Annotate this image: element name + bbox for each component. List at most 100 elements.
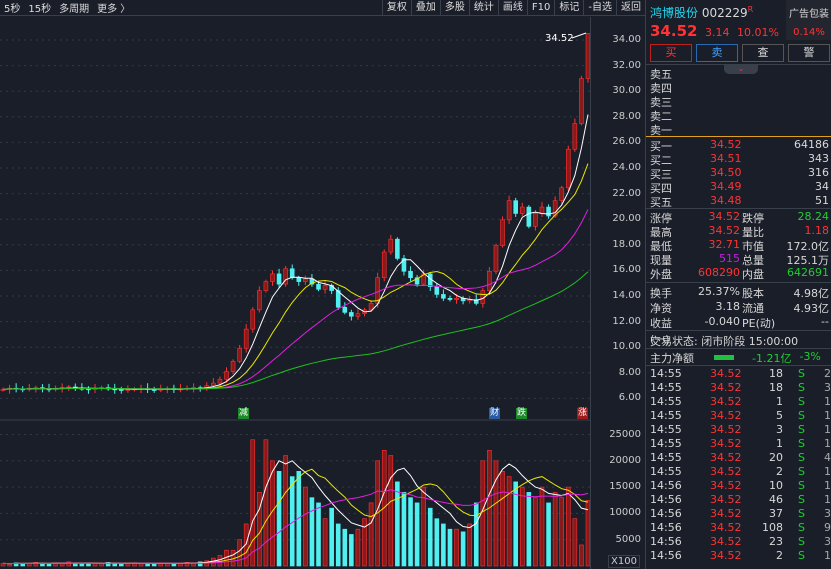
stat-value: 32.71 <box>708 238 741 251</box>
trade-time: 14:56 <box>650 493 682 506</box>
toolbar-button-3[interactable]: 统计 <box>468 0 498 16</box>
volume-tick: 10000 <box>609 507 641 519</box>
stat-key: 涨停 <box>650 212 672 225</box>
trade-row: 14:56 34.52 23 S 3 <box>650 535 831 549</box>
toolbar-button-2[interactable]: 多股 <box>439 0 469 16</box>
volume-bar <box>99 563 104 567</box>
buy-button[interactable]: 买 <box>650 44 692 62</box>
volume-ma5-line <box>2 460 589 565</box>
query-button[interactable]: 查 <box>742 44 784 62</box>
period-tab-2[interactable]: 多周期 <box>59 0 89 15</box>
toolbar-button-8[interactable]: 返回 <box>616 0 645 16</box>
bid-volume: 64186 <box>794 138 829 151</box>
volume-bar <box>565 486 571 567</box>
stat-value: 28.24 <box>797 210 830 223</box>
bid-label: 买四 <box>650 182 672 195</box>
alert-button[interactable]: 警 <box>788 44 830 62</box>
trade-row: 14:56 34.52 37 S 3 <box>650 507 831 521</box>
ma5-line <box>2 114 589 391</box>
trade-count: 4 <box>824 451 831 464</box>
stat-value: 608290 <box>698 266 740 279</box>
candle-body <box>533 213 538 227</box>
ma10-line <box>2 163 589 391</box>
trade-price: 34.52 <box>710 423 742 436</box>
event-marker[interactable]: 涨 <box>577 408 588 419</box>
sector-name: 广告包装 <box>789 9 829 20</box>
volume-bar <box>467 523 472 567</box>
trade-side: S <box>798 521 805 534</box>
price-volume-chart[interactable]: 34.52 <box>0 17 590 569</box>
stat-row: 最高 34.52 量比 1.18 <box>650 224 829 239</box>
trade-time: 14:55 <box>650 465 682 478</box>
trade-row: 14:56 34.52 2 S 1 <box>650 549 831 563</box>
candle-body <box>250 309 256 330</box>
candle-body <box>217 378 223 384</box>
volume-bar <box>303 486 308 567</box>
trade-time: 14:55 <box>650 437 682 450</box>
volume-bar <box>59 563 65 567</box>
volume-bar <box>355 528 361 567</box>
trade-volume: 18 <box>769 381 783 394</box>
period-tab-3[interactable]: 更多 〉 <box>97 0 130 15</box>
volume-bar <box>151 563 157 567</box>
trade-side: S <box>798 535 805 548</box>
sector-pct: 0.14% <box>793 27 825 38</box>
candle-body <box>447 297 453 300</box>
candle-body <box>349 312 354 317</box>
candle-body <box>289 268 295 279</box>
event-marker[interactable]: 跌 <box>516 408 527 419</box>
trade-volume: 18 <box>769 367 783 380</box>
volume-bar <box>395 481 400 567</box>
stat-key: 市值 <box>742 240 764 253</box>
candle-body <box>270 273 275 282</box>
price-change: 3.14 <box>704 26 730 39</box>
candle-body <box>565 148 571 189</box>
toolbar-button-5[interactable]: F10 <box>526 0 554 16</box>
trade-count: 3 <box>824 507 831 520</box>
bid-row: 买四 34.49 34 <box>650 180 829 195</box>
toolbar-button-6[interactable]: 标记 <box>554 0 583 16</box>
volume-bar <box>572 518 578 567</box>
bid-label: 买二 <box>650 154 672 167</box>
sell-button[interactable]: 卖 <box>696 44 738 62</box>
volume-bar <box>250 439 256 567</box>
ad-sector-box[interactable]: 广告包装 0.14% <box>786 0 831 40</box>
trade-count: 1 <box>824 549 831 562</box>
toolbar-button-4[interactable]: 画线 <box>497 0 527 16</box>
stat-key: 总量 <box>742 254 764 267</box>
trade-count: 1 <box>824 423 831 436</box>
toolbar-button-0[interactable]: 复权 <box>381 0 411 16</box>
volume-bar <box>112 563 118 567</box>
candle-body <box>572 123 578 150</box>
trade-price: 34.52 <box>710 535 742 548</box>
trade-count: 1 <box>824 493 831 506</box>
candle-body <box>546 206 551 217</box>
bid-row: 买二 34.51 343 <box>650 152 829 167</box>
ask-row: 卖三 <box>650 94 829 109</box>
volume-bar <box>329 507 334 567</box>
trade-volume: 23 <box>769 535 783 548</box>
main-flow-pct: -3% <box>799 350 821 363</box>
toolbar-button-7[interactable]: -自选 <box>583 0 616 16</box>
toolbar-button-1[interactable]: 叠加 <box>410 0 440 16</box>
event-marker[interactable]: 财 <box>489 408 500 419</box>
trade-time: 14:55 <box>650 381 682 394</box>
stat-value: -0.040 <box>704 315 740 328</box>
stock-name: 鸿博股份 <box>650 6 699 20</box>
trade-row: 14:55 34.52 3 S 1 <box>650 423 831 437</box>
price-tick: 28.00 <box>612 110 641 122</box>
period-tab-0[interactable]: 5秒 <box>4 0 20 15</box>
candle-body <box>263 281 269 291</box>
period-tab-1[interactable]: 15秒 <box>28 0 51 15</box>
volume-tick: 5000 <box>615 533 641 545</box>
trade-count: 3 <box>824 381 831 394</box>
volume-bar <box>427 507 433 567</box>
stat-row: 净资 3.18 流通 4.93亿 <box>650 300 829 315</box>
trade-volume: 1 <box>776 437 783 450</box>
price-tick: 30.00 <box>612 85 641 97</box>
volume-bar <box>552 492 558 567</box>
volume-bar <box>546 502 551 567</box>
candle-body <box>368 303 374 311</box>
price-tick: 10.00 <box>612 341 641 353</box>
event-marker[interactable]: 减 <box>238 408 249 419</box>
